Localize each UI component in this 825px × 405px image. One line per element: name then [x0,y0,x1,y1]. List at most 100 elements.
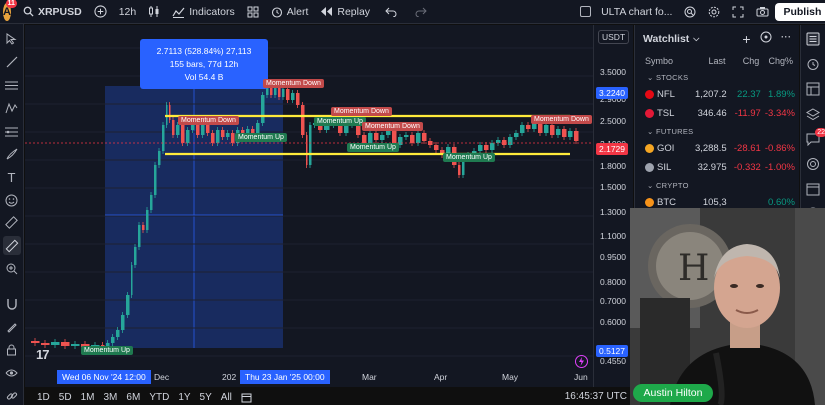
chevron-down-icon[interactable]: ⌵ [693,34,699,44]
horizontal-lines-tool[interactable] [3,76,21,95]
momentum-down-label: Momentum Down [263,79,324,88]
fib-tool[interactable] [3,122,21,141]
price-tick: 1.3000 [600,207,626,217]
alert-button[interactable]: Alert [265,0,315,24]
lightning-icon[interactable] [575,355,588,368]
text-tool[interactable]: T [3,168,21,187]
price-tick: 0.9500 [600,252,626,262]
link-tool[interactable] [3,386,21,405]
price-axis[interactable]: USDT 3.50002.90002.50002.10001.80001.500… [593,25,633,387]
time-axis[interactable]: Dec 202 Mar Apr May Jun Wed 06 Nov '24 12:00 Th… [25,368,593,386]
undo-icon [385,7,397,17]
column-chgp[interactable]: Chg% [759,56,793,66]
snapshot-button[interactable] [750,0,775,24]
emoji-tool[interactable] [3,191,21,210]
replay-button[interactable]: Replay [314,0,376,24]
time-tick: May [502,372,519,382]
calendar-icon[interactable] [241,392,252,403]
brush-tool[interactable] [3,145,21,164]
range-button-1m[interactable]: 1M [81,392,95,403]
watchlist-section-header[interactable]: ⌄ CRYPTO [635,177,799,193]
candle-body [138,225,141,247]
candle-body [478,145,483,151]
watchlist-row[interactable]: TSL 346.46 -11.97 -3.34% [635,104,799,123]
crosshair-tool[interactable] [3,30,21,49]
price-chart[interactable]: 2.7113 (528.84%) 27,113 155 bars, 77d 12… [25,25,593,387]
drawing-toolbar: T [0,24,24,405]
watchlist-toggle[interactable] [805,31,821,47]
quick-search-button[interactable] [678,0,702,24]
alerts-badge: 22 [815,128,825,137]
watchlist-symbol: BTC [645,197,687,208]
currency-selector[interactable]: USDT [598,30,630,44]
candle-body [574,131,579,141]
momentum-down-label: Momentum Down [531,115,592,124]
column-last[interactable]: Last [686,56,726,66]
price-label-box: 2.1729 [596,143,628,155]
compare-add-button[interactable] [88,0,113,24]
candle-body [111,337,115,343]
layouts-button[interactable] [241,0,265,24]
publish-button[interactable]: Publish [775,2,825,21]
measure-change-text: 2.7113 (528.84%) 27,113 [156,46,252,56]
webcam-overlay: H [630,208,825,405]
candle-body [172,120,175,135]
redo-button[interactable] [406,0,436,24]
indicators-button[interactable]: Indicators [166,0,241,24]
column-symbol[interactable]: Symbo [645,56,686,66]
symbol-search-button[interactable]: XRPUSD [17,0,88,24]
user-avatar[interactable]: A 11 [3,0,17,21]
smiley-icon [5,194,18,207]
candle-body [344,125,349,133]
candle-body [162,125,165,151]
ideas-toggle[interactable] [805,156,821,172]
interval-button[interactable]: 12h [113,0,143,24]
chats-toggle[interactable]: 22 [805,128,825,147]
column-chg[interactable]: Chg [726,56,760,66]
undo-button[interactable] [376,0,406,24]
range-button-all[interactable]: All [221,392,232,403]
symbol-text: SIL [657,162,672,173]
range-button-3m[interactable]: 3M [104,392,118,403]
measure-tool[interactable] [3,214,21,233]
pattern-tool[interactable] [3,99,21,118]
advanced-view-icon[interactable] [760,31,772,43]
hide-drawings-tool[interactable] [3,363,21,382]
range-button-6m[interactable]: 6M [126,392,140,403]
watchlist-row[interactable]: GOI 3,288.5 -28.61 -0.86% [635,139,799,158]
range-button-1d[interactable]: 1D [37,392,50,403]
data-window-toggle[interactable] [805,81,821,97]
layout-name-button[interactable]: ULTA chart fo... [574,0,678,24]
watchlist-section-header[interactable]: ⌄ STOCKS [635,69,799,85]
layout-name-label: ULTA chart fo... [601,5,673,18]
add-symbol-icon[interactable]: + [742,31,750,47]
candle-body [61,342,70,346]
zoom-tool[interactable] [3,259,21,278]
magnet-tool[interactable] [3,294,21,313]
watchlist-row[interactable]: SIL 32.975 -0.332 -1.00% [635,158,799,177]
stay-drawing-tool[interactable] [3,317,21,336]
fullscreen-button[interactable] [726,0,750,24]
layers-toggle[interactable] [805,106,821,122]
range-button-1y[interactable]: 1Y [178,392,190,403]
settings-button[interactable] [702,0,726,24]
range-button-ytd[interactable]: YTD [149,392,169,403]
alerts-toggle[interactable] [805,56,821,72]
range-button-5d[interactable]: 5D [59,392,72,403]
watchlist-row[interactable]: NFL 1,207.2 22.37 1.89% [635,85,799,104]
watchlist-title[interactable]: Watchlist [643,33,689,45]
utc-clock[interactable]: 16:45:37 UTC [565,391,627,402]
ruler-tool-active[interactable] [2,236,21,256]
watchlist-section-header[interactable]: ⌄ FUTURES [635,123,799,139]
watchlist-chg: -11.97 [734,108,761,119]
list-icon [806,32,820,46]
calendar-toggle[interactable] [805,181,821,197]
trendline-tool[interactable] [3,53,21,72]
chart-type-button[interactable] [142,0,166,24]
calendar-icon [806,183,820,196]
more-options-icon[interactable]: ⋯ [781,31,792,47]
candle-body [169,105,171,120]
price-tick: 0.6000 [600,317,626,327]
range-button-5y[interactable]: 5Y [200,392,212,403]
lock-tool[interactable] [3,340,21,359]
